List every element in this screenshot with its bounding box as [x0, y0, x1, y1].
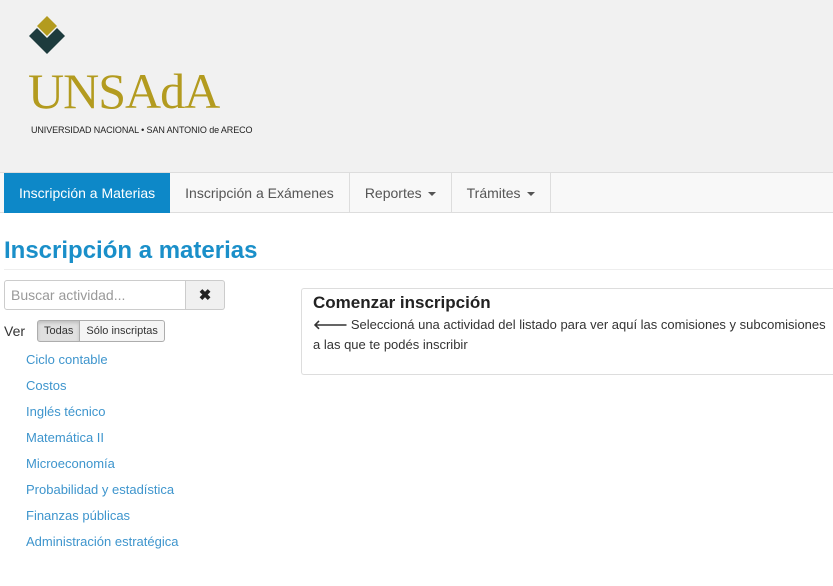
- filter-label: Ver: [4, 323, 26, 339]
- nav-item-reportes[interactable]: Reportes: [350, 173, 452, 213]
- activity-link[interactable]: Probabilidad y estadística: [26, 477, 178, 503]
- panel-title: Comenzar inscripción: [313, 293, 491, 312]
- inscription-panel: Comenzar inscripción 🡐 Seleccioná una act…: [301, 288, 833, 375]
- search-group: ✖: [4, 280, 225, 310]
- clear-search-button[interactable]: ✖: [186, 280, 225, 310]
- nav-item-label: Inscripción a Exámenes: [185, 185, 334, 201]
- activity-link[interactable]: Ciclo contable: [26, 347, 178, 373]
- filter-button-group: Todas Sólo inscriptas: [37, 320, 165, 342]
- page-title: Inscripción a materias: [4, 237, 258, 264]
- filter-todas-button[interactable]: Todas: [37, 320, 81, 342]
- title-divider: [4, 269, 833, 270]
- filter-solo-inscriptas-button[interactable]: Sólo inscriptas: [80, 320, 165, 342]
- panel-text: 🡐 Seleccioná una actividad del listado pa…: [313, 315, 833, 355]
- logo-subtitle: UNIVERSIDAD NACIONAL • SAN ANTONIO de AR…: [31, 125, 253, 135]
- nav-menu: Inscripción a Materias Inscripción a Exá…: [4, 173, 551, 213]
- activity-list: Ciclo contable Costos Inglés técnico Mat…: [26, 347, 178, 555]
- arrow-left-icon: 🡐: [313, 317, 348, 332]
- close-icon: ✖: [198, 287, 212, 304]
- university-logo[interactable]: UNSAdA UNIVERSIDAD NACIONAL • SAN ANTONI…: [26, 16, 253, 146]
- logo-wordmark: UNSAdA: [28, 63, 220, 119]
- nav-item-inscripcion-materias[interactable]: Inscripción a Materias: [4, 173, 171, 213]
- activity-link[interactable]: Finanzas públicas: [26, 503, 178, 529]
- caret-down-icon: [427, 192, 436, 197]
- caret-down-icon: [526, 192, 535, 197]
- site-header: UNSAdA UNIVERSIDAD NACIONAL • SAN ANTONI…: [0, 0, 833, 172]
- diamond-logo-icon: [29, 16, 65, 54]
- activity-link[interactable]: Matemática II: [26, 425, 178, 451]
- activity-link[interactable]: Costos: [26, 373, 178, 399]
- main-navbar: Inscripción a Materias Inscripción a Exá…: [0, 172, 833, 213]
- nav-item-inscripcion-examenes[interactable]: Inscripción a Exámenes: [170, 173, 350, 213]
- activity-link[interactable]: Administración estratégica: [26, 529, 178, 555]
- search-input[interactable]: [4, 280, 186, 310]
- panel-instruction: Seleccioná una actividad del listado par…: [313, 317, 826, 352]
- nav-item-label: Trámites: [466, 185, 521, 201]
- nav-item-label: Inscripción a Materias: [19, 185, 156, 201]
- nav-item-tramites[interactable]: Trámites: [452, 173, 551, 213]
- filter-row: Ver Todas Sólo inscriptas: [4, 320, 165, 342]
- nav-item-label: Reportes: [364, 185, 422, 201]
- activity-link[interactable]: Inglés técnico: [26, 399, 178, 425]
- activity-link[interactable]: Microeconomía: [26, 451, 178, 477]
